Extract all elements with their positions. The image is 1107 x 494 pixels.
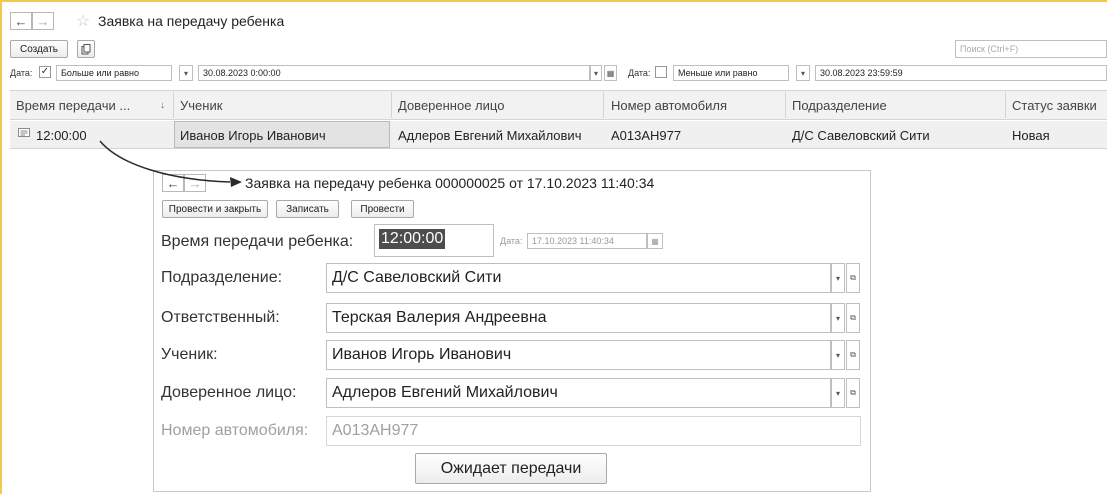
form-date-label: Дата: xyxy=(500,236,523,246)
cell-time: 12:00:00 xyxy=(36,127,87,143)
open-link-icon: ⧉ xyxy=(850,388,856,397)
responsible-dropdown[interactable]: ▾ xyxy=(831,303,845,333)
chevron-down-icon: ▾ xyxy=(835,350,840,360)
filter-condition-dropdown[interactable]: ▾ xyxy=(179,65,193,81)
column-header-student[interactable]: Ученик xyxy=(180,90,222,120)
chevron-down-icon: ▾ xyxy=(835,273,840,283)
column-divider xyxy=(603,92,604,118)
responsible-label: Ответственный: xyxy=(161,309,280,326)
post-and-close-button[interactable]: Провести и закрыть xyxy=(162,200,268,218)
column-divider xyxy=(1005,92,1006,118)
open-link-icon: ⧉ xyxy=(850,350,856,359)
student-dropdown[interactable]: ▾ xyxy=(831,340,845,370)
column-header-division[interactable]: Подразделение xyxy=(792,90,887,120)
filter-date-label-2: Дата: xyxy=(628,68,651,78)
cell-trusted: Адлеров Евгений Михайлович xyxy=(398,127,582,143)
time-value: 12:00:00 xyxy=(379,229,446,249)
form-date-input[interactable]: 17.10.2023 11:40:34 xyxy=(527,233,647,249)
form-forward-button[interactable]: → xyxy=(184,174,206,192)
sort-indicator: ↓ xyxy=(160,99,165,111)
post-button[interactable]: Провести xyxy=(351,200,414,218)
time-input[interactable]: 12:00:00 xyxy=(374,224,494,257)
division-label: Подразделение: xyxy=(161,269,283,286)
star-icon[interactable]: ☆ xyxy=(76,11,90,31)
column-divider xyxy=(173,92,174,118)
cell-division: Д/С Савеловский Сити xyxy=(792,127,930,143)
cell-status: Новая xyxy=(1012,127,1050,143)
responsible-open-button[interactable]: ⧉ xyxy=(846,303,860,333)
student-open-button[interactable]: ⧉ xyxy=(846,340,860,370)
chevron-down-icon: ▾ xyxy=(183,68,188,78)
chevron-down-icon: ▾ xyxy=(835,388,840,398)
open-link-icon: ⧉ xyxy=(850,273,856,282)
filter-condition-dropdown-2[interactable]: ▾ xyxy=(796,65,810,81)
division-dropdown[interactable]: ▾ xyxy=(831,263,845,293)
open-link-icon: ⧉ xyxy=(850,313,856,322)
responsible-field[interactable]: Терская Валерия Андреевна xyxy=(326,303,831,333)
car-label: Номер автомобиля: xyxy=(161,422,309,439)
column-divider xyxy=(785,92,786,118)
column-divider xyxy=(391,92,392,118)
search-input[interactable]: Поиск (Ctrl+F) xyxy=(955,40,1107,58)
calendar-icon: ▦ xyxy=(651,236,659,246)
trusted-person-open-button[interactable]: ⧉ xyxy=(846,378,860,408)
table-header xyxy=(10,90,1107,120)
document-icon xyxy=(18,127,31,145)
time-label: Время передачи ребенка: xyxy=(161,233,354,250)
form-date-calendar[interactable]: ▦ xyxy=(647,233,663,249)
forward-button[interactable]: → xyxy=(32,12,54,30)
arrow-left-icon: ← xyxy=(14,13,28,29)
filter-date-to[interactable]: 30.08.2023 23:59:59 xyxy=(815,65,1107,81)
chevron-down-icon: ▾ xyxy=(593,68,598,78)
filter-condition-select[interactable]: Больше или равно xyxy=(56,65,172,81)
back-button[interactable]: ← xyxy=(10,12,32,30)
trusted-person-field[interactable]: Адлеров Евгений Михайлович xyxy=(326,378,831,408)
student-field[interactable]: Иванов Игорь Иванович xyxy=(326,340,831,370)
column-header-trusted[interactable]: Доверенное лицо xyxy=(398,90,504,120)
chevron-down-icon: ▾ xyxy=(835,313,840,323)
division-open-button[interactable]: ⧉ xyxy=(846,263,860,293)
car-field: А013АН977 xyxy=(326,416,861,446)
filter-date-from[interactable]: 30.08.2023 0:00:00 xyxy=(198,65,590,81)
student-label: Ученик: xyxy=(161,346,218,363)
filter-date-label: Дата: xyxy=(10,68,33,78)
cell-student: Иванов Игорь Иванович xyxy=(180,127,326,143)
trusted-person-label: Доверенное лицо: xyxy=(161,384,297,401)
calendar-icon: ▦ xyxy=(606,68,615,78)
filter-condition-select-2[interactable]: Меньше или равно xyxy=(673,65,789,81)
save-button[interactable]: Записать xyxy=(276,200,339,218)
form-title: Заявка на передачу ребенка 000000025 от … xyxy=(245,175,655,191)
copy-icon xyxy=(81,43,91,54)
column-header-status[interactable]: Статус заявки xyxy=(1012,90,1097,120)
filter-date-checkbox-2[interactable] xyxy=(655,66,667,78)
cell-car: А013АН977 xyxy=(611,127,682,143)
column-header-time[interactable]: Время передачи ... xyxy=(16,90,130,120)
filter-date-from-dropdown[interactable]: ▾ xyxy=(590,65,602,81)
create-button[interactable]: Создать xyxy=(10,40,68,58)
status-button[interactable]: Ожидает передачи xyxy=(415,453,607,484)
list-title: Заявка на передачу ребенка xyxy=(98,13,285,29)
form-back-button[interactable]: ← xyxy=(162,174,184,192)
arrow-right-icon: → xyxy=(36,13,50,29)
trusted-person-dropdown[interactable]: ▾ xyxy=(831,378,845,408)
arrow-right-icon: → xyxy=(188,175,202,191)
filter-date-from-calendar[interactable]: ▦ xyxy=(604,65,617,81)
arrow-left-icon: ← xyxy=(166,175,180,191)
chevron-down-icon: ▾ xyxy=(800,68,805,78)
division-field[interactable]: Д/С Савеловский Сити xyxy=(326,263,831,293)
filter-date-checkbox[interactable]: ✓ xyxy=(39,66,51,78)
copy-button[interactable] xyxy=(77,40,95,58)
column-header-car[interactable]: Номер автомобиля xyxy=(611,90,727,120)
